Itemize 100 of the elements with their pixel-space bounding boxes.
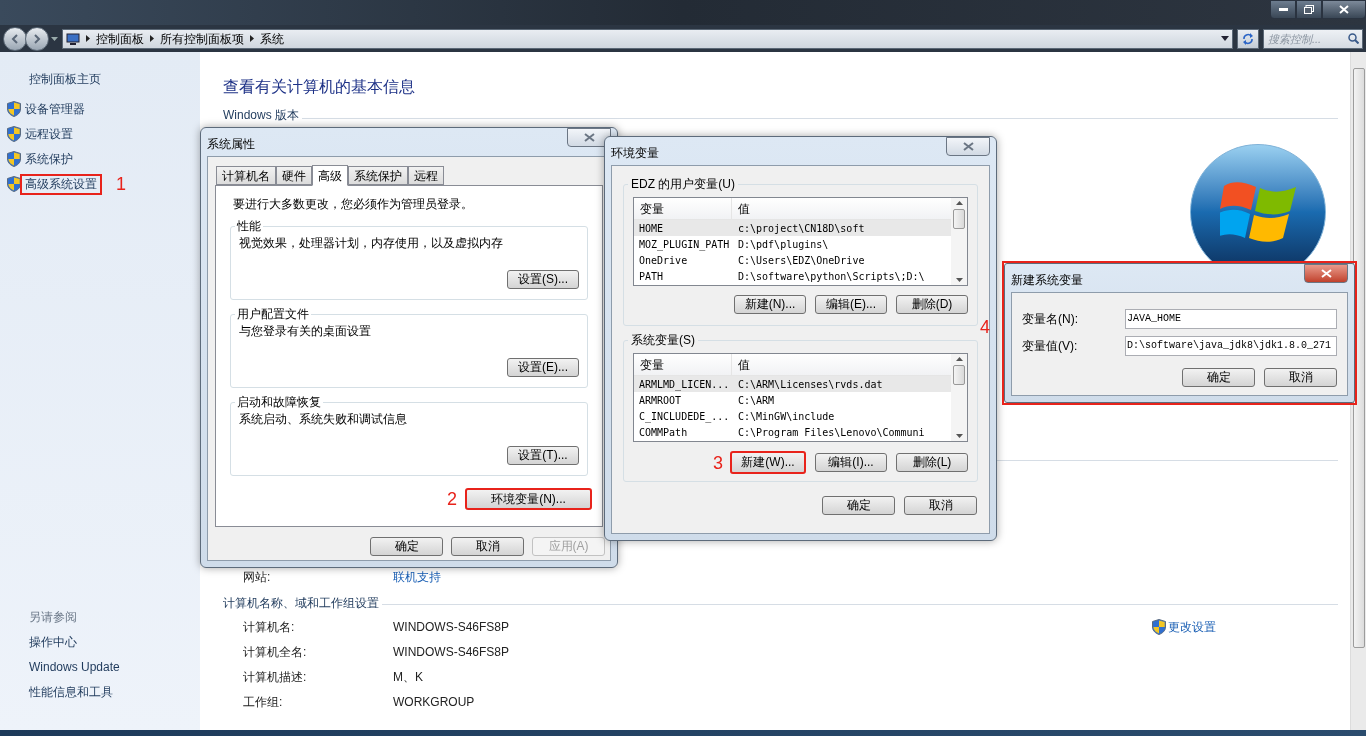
dialog-button[interactable]: 编辑(I)...	[815, 453, 887, 472]
list-row[interactable]: HOME c:\project\CN18D\soft	[634, 220, 951, 236]
dialog-button[interactable]: 取消	[1264, 368, 1337, 387]
section-heading: 另请参阅	[29, 609, 77, 626]
list-row[interactable]: ARMROOT C:\ARM	[634, 392, 951, 408]
chevron-icon[interactable]	[250, 35, 254, 42]
breadcrumb-item[interactable]: 控制面板	[96, 29, 144, 48]
dialog-button[interactable]: 删除(L)	[896, 453, 968, 472]
sidebar-link[interactable]: 设备管理器	[25, 100, 85, 118]
input-field[interactable]: JAVA_HOME	[1125, 308, 1337, 329]
group-title: 用户配置文件	[235, 306, 311, 322]
breadcrumb-item[interactable]: 所有控制面板项	[160, 29, 244, 48]
tab[interactable]: 计算机名	[216, 166, 276, 185]
dialog-button[interactable]: 确定	[1182, 368, 1255, 387]
sidebar-link[interactable]: Windows Update	[29, 659, 120, 676]
column-header[interactable]: 值	[732, 354, 951, 375]
scrollbar[interactable]	[951, 354, 967, 441]
group-description: 视觉效果，处理器计划，内存使用，以及虚拟内存	[239, 235, 503, 251]
sidebar-link[interactable]: 系统保护	[25, 150, 73, 168]
close-icon	[1320, 269, 1332, 278]
forward-button[interactable]	[25, 26, 49, 51]
change-settings-link[interactable]: 更改设置	[1168, 617, 1216, 636]
dialog-button[interactable]: 设置(T)...	[507, 446, 579, 465]
field-label: 网站:	[243, 568, 272, 586]
address-bar[interactable]: 控制面板 所有控制面板项 系统	[62, 28, 1233, 49]
dialog-button[interactable]: 确定	[370, 537, 443, 556]
caret-icon[interactable]	[955, 357, 963, 361]
tab[interactable]: 远程	[408, 166, 444, 185]
section-heading: 计算机名称、域和工作组设置	[223, 595, 379, 611]
sidebar-link[interactable]: 性能信息和工具	[29, 684, 113, 701]
variable-value: C:\Users\EDZ\OneDrive	[737, 253, 866, 268]
list-row[interactable]: PATH D:\software\python\Scripts\;D:\	[634, 268, 951, 284]
section-heading: Windows 版本	[223, 107, 299, 123]
chevron-icon[interactable]	[150, 35, 154, 42]
variable-name: C_INCLUDEDE_...	[638, 409, 731, 424]
dialog-button[interactable]: 设置(S)...	[507, 270, 579, 289]
list-row[interactable]: COMMPath C:\Program Files\Lenovo\Communi	[634, 424, 951, 440]
field-label: 计算机全名:	[243, 643, 308, 661]
dialog-button[interactable]: 新建(N)...	[734, 295, 806, 314]
column-header[interactable]: 变量	[634, 198, 732, 219]
caret-icon[interactable]	[1221, 36, 1229, 41]
scrollbar-thumb[interactable]	[953, 209, 965, 229]
sidebar-link[interactable]: 操作中心	[29, 634, 77, 651]
refresh-button[interactable]	[1237, 28, 1259, 49]
list-row[interactable]: C_INCLUDEDE_... C:\MinGW\include	[634, 408, 951, 424]
dialog-button[interactable]: 取消	[451, 537, 524, 556]
field-label: 计算机描述:	[243, 668, 308, 686]
variable-name: ARMLMD_LICEN...	[638, 377, 731, 392]
annotation-number: 1	[116, 174, 126, 194]
computer-icon	[66, 32, 80, 45]
refresh-icon	[1242, 32, 1254, 45]
group-description: 与您登录有关的桌面设置	[239, 323, 371, 339]
tab[interactable]: 系统保护	[348, 166, 408, 185]
scrollbar[interactable]	[951, 198, 967, 285]
group-title: 启动和故障恢复	[235, 394, 323, 410]
dialog-button[interactable]: 新建(W)...	[730, 451, 806, 474]
field-label: 工作组:	[243, 693, 284, 711]
variable-value: C:\Program Files\Lenovo\Communi	[737, 425, 926, 440]
scrollbar-thumb[interactable]	[953, 365, 965, 385]
caret-icon[interactable]	[955, 278, 963, 282]
dialog-button[interactable]: 删除(D)	[896, 295, 968, 314]
dialog-button[interactable]: 取消	[904, 496, 977, 515]
scrollbar[interactable]	[1350, 52, 1366, 730]
sidebar-link[interactable]: 高级系统设置	[20, 173, 102, 195]
dialog-button[interactable]: 编辑(E)...	[815, 295, 887, 314]
sidebar-link[interactable]: 远程设置	[25, 125, 73, 143]
column-header[interactable]: 值	[732, 198, 951, 219]
column-header[interactable]: 变量	[634, 354, 732, 375]
breadcrumb-item[interactable]: 系统	[260, 29, 284, 48]
input-field[interactable]: D:\software\java_jdk8\jdk1.8.0_271	[1125, 335, 1337, 356]
caret-icon[interactable]	[955, 434, 963, 438]
field-label: 变量名(N):	[1022, 310, 1079, 328]
notice-text: 要进行大多数更改，您必须作为管理员登录。	[233, 196, 474, 212]
dialog-button[interactable]: 设置(E)...	[507, 358, 579, 377]
caret-icon[interactable]	[51, 36, 58, 41]
close-button[interactable]	[1322, 0, 1366, 19]
list-row[interactable]: MOZ_PLUGIN_PATH D:\pdf\plugins\	[634, 236, 951, 252]
chevron-icon[interactable]	[86, 35, 90, 42]
tab[interactable]: 高级	[312, 165, 348, 186]
search-field[interactable]: 搜索控制...	[1263, 28, 1363, 49]
sidebar-link[interactable]: 控制面板主页	[29, 71, 101, 88]
support-link[interactable]: 联机支持	[393, 567, 441, 586]
back-button[interactable]	[3, 26, 27, 51]
list-row[interactable]: OneDrive C:\Users\EDZ\OneDrive	[634, 252, 951, 268]
group-title: 性能	[235, 218, 263, 234]
variable-value: C:\MinGW\include	[737, 409, 836, 424]
variable-value: D:\pdf\plugins\	[737, 237, 830, 252]
field-label: 计算机名:	[243, 618, 296, 636]
variable-name: ARMROOT	[638, 393, 683, 408]
variable-value: c:\project\CN18D\soft	[737, 221, 866, 236]
dialog-button[interactable]: 确定	[822, 496, 895, 515]
list-row[interactable]: ARMLMD_LICEN... C:\ARM\Licenses\rvds.dat	[634, 376, 951, 392]
caret-icon[interactable]	[955, 201, 963, 205]
tab[interactable]: 硬件	[276, 166, 312, 185]
shield-icon	[7, 151, 21, 167]
maximize-button[interactable]	[1296, 0, 1322, 19]
minimize-button[interactable]	[1270, 0, 1296, 19]
close-icon	[962, 142, 974, 151]
dialog-button[interactable]: 环境变量(N)...	[465, 488, 592, 510]
field-value: WINDOWS-S46FS8P	[393, 618, 509, 636]
